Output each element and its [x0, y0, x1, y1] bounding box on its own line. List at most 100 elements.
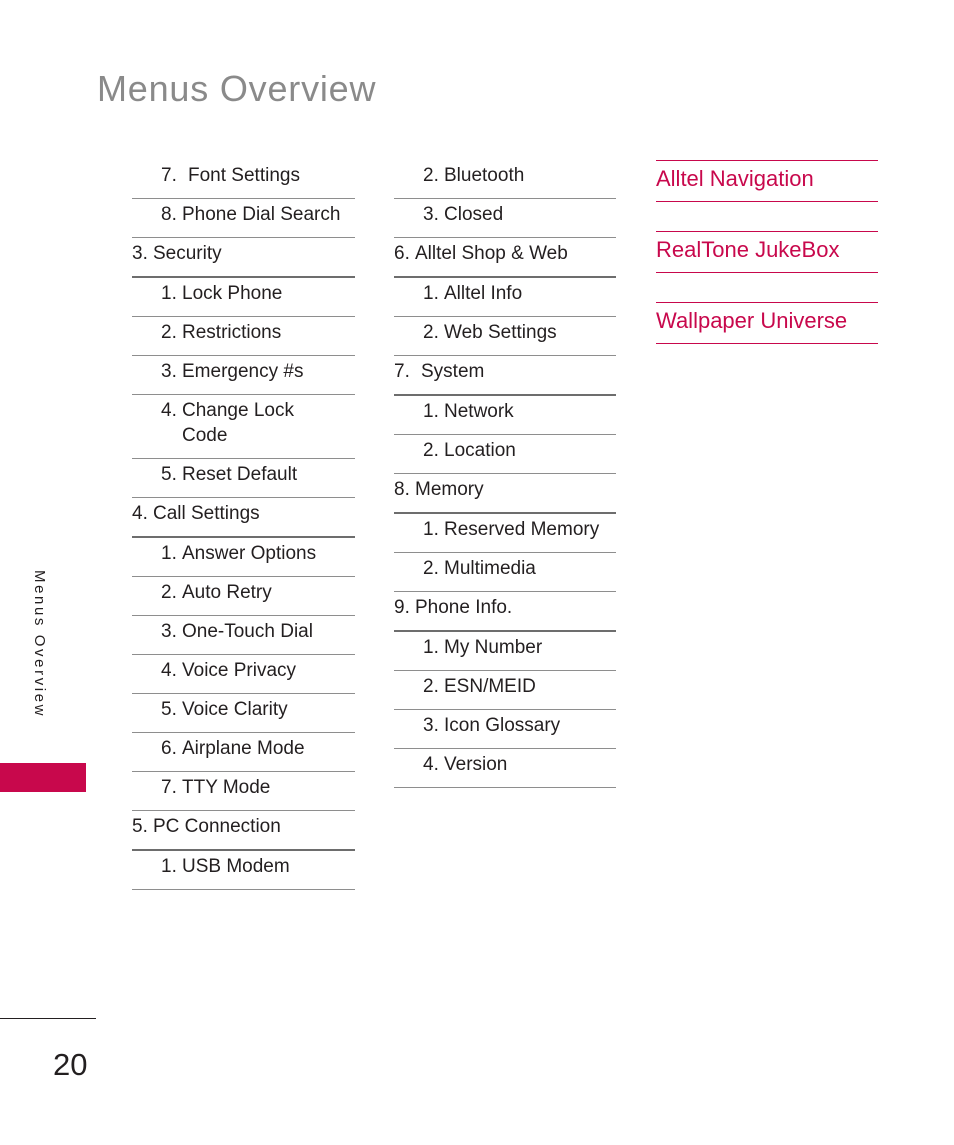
menu-item-label: System: [421, 361, 485, 382]
menu-row: 1. Alltel Info: [394, 278, 616, 317]
menu-item-number: 1.: [423, 637, 439, 658]
menu-item-number: 2.: [423, 558, 439, 579]
menu-row: 8. Memory: [394, 474, 616, 514]
menu-item-number: 4.: [161, 400, 177, 421]
menu-row: 3. Icon Glossary: [394, 710, 616, 749]
menu-item-label: Reserved Memory: [444, 519, 600, 540]
menu-item-label: Reset Default: [182, 464, 298, 485]
menu-item-number: 1.: [423, 283, 439, 304]
menu-item-label: My Number: [444, 637, 543, 658]
menu-item-number: 3.: [132, 243, 148, 264]
menu-item-number: 6.: [161, 738, 177, 759]
menu-row: 3. Emergency #s: [132, 356, 355, 395]
menu-item-number: 4.: [423, 754, 439, 775]
menu-item-number: 1.: [423, 519, 439, 540]
menu-item-number: 3.: [423, 204, 439, 225]
menu-item-label: Icon Glossary: [444, 715, 561, 736]
menu-item-label: Alltel Shop & Web: [415, 243, 568, 264]
menu-row: 7. Font Settings: [132, 160, 355, 199]
menu-item-label: Restrictions: [182, 322, 282, 343]
menu-item-label: Change Lock Code: [182, 400, 294, 446]
menu-item-label: ESN/MEID: [444, 676, 536, 697]
menu-item-number: 1.: [161, 856, 177, 877]
menu-row: 2. Auto Retry: [132, 577, 355, 616]
menu-row: 6. Alltel Shop & Web: [394, 238, 616, 278]
menu-item-label: Alltel Info: [444, 283, 523, 304]
menu-item-number: 7.: [161, 165, 177, 186]
menu-row: 2. Web Settings: [394, 317, 616, 356]
menu-item-label: Security: [153, 243, 222, 264]
menu-item-label: TTY Mode: [182, 777, 271, 798]
menu-item-number: 2.: [423, 676, 439, 697]
menu-item-label: Auto Retry: [182, 582, 272, 603]
menu-column-two: 2. Bluetooth 3. Closed 6. Alltel Shop & Web 1.…: [394, 160, 616, 788]
menu-item-number: 8.: [394, 479, 410, 500]
menu-item-label: Phone Info.: [415, 597, 513, 618]
menu-item-number: 6.: [394, 243, 410, 264]
menu-item-label: Location: [444, 440, 516, 461]
menu-item-label: Closed: [444, 204, 504, 225]
menu-item-label: Airplane Mode: [182, 738, 305, 759]
menu-item-label: Web Settings: [444, 322, 557, 343]
menu-row: 5. Reset Default: [132, 459, 355, 498]
menu-row: 4. Change Lock Code: [132, 395, 355, 459]
menu-item-number: 2.: [423, 165, 439, 186]
menu-row: 1. My Number: [394, 632, 616, 671]
menu-item-label: Voice Clarity: [182, 699, 288, 720]
menu-row: 1. Reserved Memory: [394, 514, 616, 553]
menu-item-label: One-Touch Dial: [182, 621, 313, 642]
menu-row: 8. Phone Dial Search: [132, 199, 355, 238]
menu-item-number: 3.: [161, 361, 177, 382]
menu-row: 4. Version: [394, 749, 616, 788]
menu-item-label: Network: [444, 401, 514, 422]
menu-item-number: 1.: [161, 283, 177, 304]
page-title: Menus Overview: [97, 68, 377, 109]
menu-row: 2. Bluetooth: [394, 160, 616, 199]
menu-row: 2. Restrictions: [132, 317, 355, 356]
menu-row: 5. PC Connection: [132, 811, 355, 851]
menu-item-number: 5.: [161, 464, 177, 485]
footer-divider: [0, 1018, 96, 1019]
menu-item-label: Answer Options: [182, 543, 317, 564]
highlighted-menu-item: Wallpaper Universe: [656, 302, 878, 344]
menu-row: 2. ESN/MEID: [394, 671, 616, 710]
menu-item-label: Bluetooth: [444, 165, 525, 186]
menu-item-number: 4.: [161, 660, 177, 681]
vertical-running-head: Menus Overview: [0, 570, 96, 770]
menu-item-number: 7.: [394, 361, 410, 382]
chapter-thumb-tab: [0, 763, 86, 792]
menu-row: 4. Voice Privacy: [132, 655, 355, 694]
menu-item-label: Phone Dial Search: [182, 204, 341, 225]
menu-item-label: Multimedia: [444, 558, 536, 579]
menu-item-number: 8.: [161, 204, 177, 225]
menu-column-three: Alltel Navigation RealTone JukeBox Wallpap…: [656, 160, 878, 344]
menu-item-number: 4.: [132, 503, 148, 524]
menu-row: 1. USB Modem: [132, 851, 355, 890]
highlighted-item-spacer: [656, 202, 878, 231]
menu-item-label: Voice Privacy: [182, 660, 297, 681]
menu-row: 4. Call Settings: [132, 498, 355, 538]
menu-row: 2. Location: [394, 435, 616, 474]
menu-row: 3. One-Touch Dial: [132, 616, 355, 655]
menu-row: 6. Airplane Mode: [132, 733, 355, 772]
menu-item-label: Emergency #s: [182, 361, 304, 382]
menu-item-label: Font Settings: [188, 165, 300, 186]
menu-item-number: 1.: [161, 543, 177, 564]
page-number: 20: [53, 1047, 88, 1082]
menu-row: 5. Voice Clarity: [132, 694, 355, 733]
vertical-running-head-label: Menus Overview: [31, 570, 48, 719]
menu-row: 3. Security: [132, 238, 355, 278]
menu-item-number: 1.: [423, 401, 439, 422]
menu-row: 1. Lock Phone: [132, 278, 355, 317]
menu-item-label: Memory: [415, 479, 484, 500]
menu-item-number: 3.: [423, 715, 439, 736]
menu-row: 7. TTY Mode: [132, 772, 355, 811]
highlighted-menu-item: RealTone JukeBox: [656, 231, 878, 273]
menu-item-label: USB Modem: [182, 856, 290, 877]
menu-item-number: 7.: [161, 777, 177, 798]
menu-column-one: 7. Font Settings 8. Phone Dial Search 3. Secu…: [132, 160, 355, 890]
menu-item-label: Lock Phone: [182, 283, 283, 304]
highlighted-item-spacer: [656, 273, 878, 302]
menu-item-label: Version: [444, 754, 508, 775]
menu-item-number: 2.: [423, 322, 439, 343]
